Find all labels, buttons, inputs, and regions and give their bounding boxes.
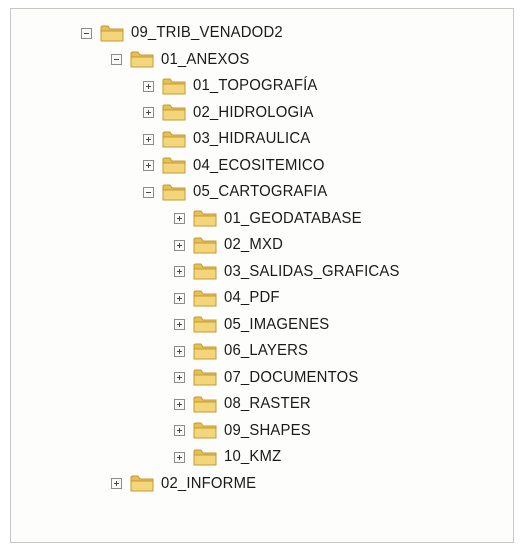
expand-toggle-icon[interactable]	[174, 239, 185, 251]
tree-node-02-informe[interactable]: 02_INFORME	[111, 471, 263, 497]
folder-label: 01_GEODATABASE	[224, 209, 362, 227]
tree-node-cartografia-child-7[interactable]: 08_RASTER	[174, 391, 317, 417]
folder-icon	[193, 210, 217, 227]
folder-label: 08_RASTER	[224, 395, 311, 412]
expand-toggle-icon[interactable]	[174, 425, 185, 436]
folder-label: 02_MXD	[224, 236, 284, 253]
tree-node-01-anexos[interactable]: 01_ANEXOS	[111, 47, 256, 73]
folder-icon	[130, 51, 154, 68]
folder-tree-panel: 09_TRIB_VENADOD2 01_ANEXOS 01_TOPOGRAFÍA 02…	[10, 8, 514, 543]
folder-icon	[193, 316, 217, 333]
expand-toggle-icon[interactable]	[174, 345, 185, 357]
tree-node-cartografia-child-9[interactable]: 10_KMZ	[174, 444, 286, 470]
expand-toggle-icon[interactable]	[174, 372, 185, 383]
folder-label: 04_PDF	[224, 289, 280, 306]
expand-toggle-icon[interactable]	[174, 292, 185, 304]
tree-node-anexos-child-3[interactable]: 04_ECOSITEMICO	[143, 153, 335, 179]
folder-icon	[162, 131, 186, 147]
folder-label: 01_ANEXOS	[161, 50, 250, 68]
folder-icon	[193, 290, 217, 306]
folder-icon	[193, 343, 217, 359]
expand-toggle-icon[interactable]	[143, 107, 154, 118]
tree-node-cartografia-child-3[interactable]: 04_PDF	[174, 285, 284, 311]
expand-toggle-icon[interactable]	[143, 80, 154, 92]
expand-toggle-icon[interactable]	[174, 451, 185, 463]
folder-icon	[193, 449, 217, 465]
folder-label: 10_KMZ	[224, 448, 282, 465]
tree-node-anexos-child-1[interactable]: 02_HIDROLOGIA	[143, 100, 323, 126]
folder-label: 04_ECOSITEMICO	[193, 156, 325, 174]
folder-label: 02_HIDROLOGIA	[193, 103, 314, 121]
collapse-toggle-icon[interactable]	[81, 27, 92, 39]
folder-label: 09_TRIB_VENADOD2	[131, 24, 283, 41]
expand-toggle-icon[interactable]	[143, 133, 154, 145]
collapse-toggle-icon[interactable]	[143, 186, 154, 198]
folder-label: 02_INFORME	[161, 474, 257, 492]
tree-node-anexos-child-2[interactable]: 03_HIDRAULICA	[143, 126, 319, 152]
tree-node-cartografia-child-5[interactable]: 06_LAYERS	[174, 338, 314, 364]
folder-label: 03_SALIDAS_GRAFICAS	[224, 262, 400, 280]
folder-icon	[162, 184, 186, 200]
expand-toggle-icon[interactable]	[111, 478, 122, 489]
folder-label: 05_IMAGENES	[224, 315, 330, 333]
folder-icon	[193, 369, 217, 386]
expand-toggle-icon[interactable]	[174, 266, 185, 277]
folder-label: 01_TOPOGRAFÍA	[193, 77, 318, 94]
folder-label: 05_CARTOGRAFIA	[193, 183, 328, 200]
expand-toggle-icon[interactable]	[174, 319, 185, 330]
folder-icon	[100, 25, 124, 41]
tree-node-cartografia-child-2[interactable]: 03_SALIDAS_GRAFICAS	[174, 259, 413, 285]
folder-icon	[193, 263, 217, 280]
tree-node-root-09-trib-venadod2[interactable]: 09_TRIB_VENADOD2	[81, 20, 294, 46]
folder-icon	[130, 475, 154, 492]
folder-icon	[193, 237, 217, 253]
folder-tree: 09_TRIB_VENADOD2 01_ANEXOS 01_TOPOGRAFÍA 02…	[11, 9, 513, 542]
expand-toggle-icon[interactable]	[143, 160, 154, 171]
tree-node-anexos-child-4[interactable]: 05_CARTOGRAFIA	[143, 179, 337, 205]
folder-label: 07_DOCUMENTOS	[224, 368, 359, 386]
folder-label: 06_LAYERS	[224, 342, 309, 359]
expand-toggle-icon[interactable]	[174, 398, 185, 410]
tree-node-anexos-child-0[interactable]: 01_TOPOGRAFÍA	[143, 73, 327, 99]
expand-toggle-icon[interactable]	[174, 213, 185, 224]
folder-icon	[162, 78, 186, 94]
collapse-toggle-icon[interactable]	[111, 54, 122, 65]
folder-icon	[162, 104, 186, 121]
tree-node-cartografia-child-1[interactable]: 02_MXD	[174, 232, 287, 258]
folder-icon	[193, 396, 217, 412]
tree-node-cartografia-child-6[interactable]: 07_DOCUMENTOS	[174, 365, 369, 391]
folder-label: 09_SHAPES	[224, 421, 311, 439]
folder-icon	[162, 157, 186, 174]
folder-label: 03_HIDRAULICA	[193, 130, 311, 147]
folder-icon	[193, 422, 217, 439]
tree-node-cartografia-child-4[interactable]: 05_IMAGENES	[174, 312, 337, 338]
tree-node-cartografia-child-0[interactable]: 01_GEODATABASE	[174, 206, 372, 232]
tree-node-cartografia-child-8[interactable]: 09_SHAPES	[174, 418, 317, 444]
